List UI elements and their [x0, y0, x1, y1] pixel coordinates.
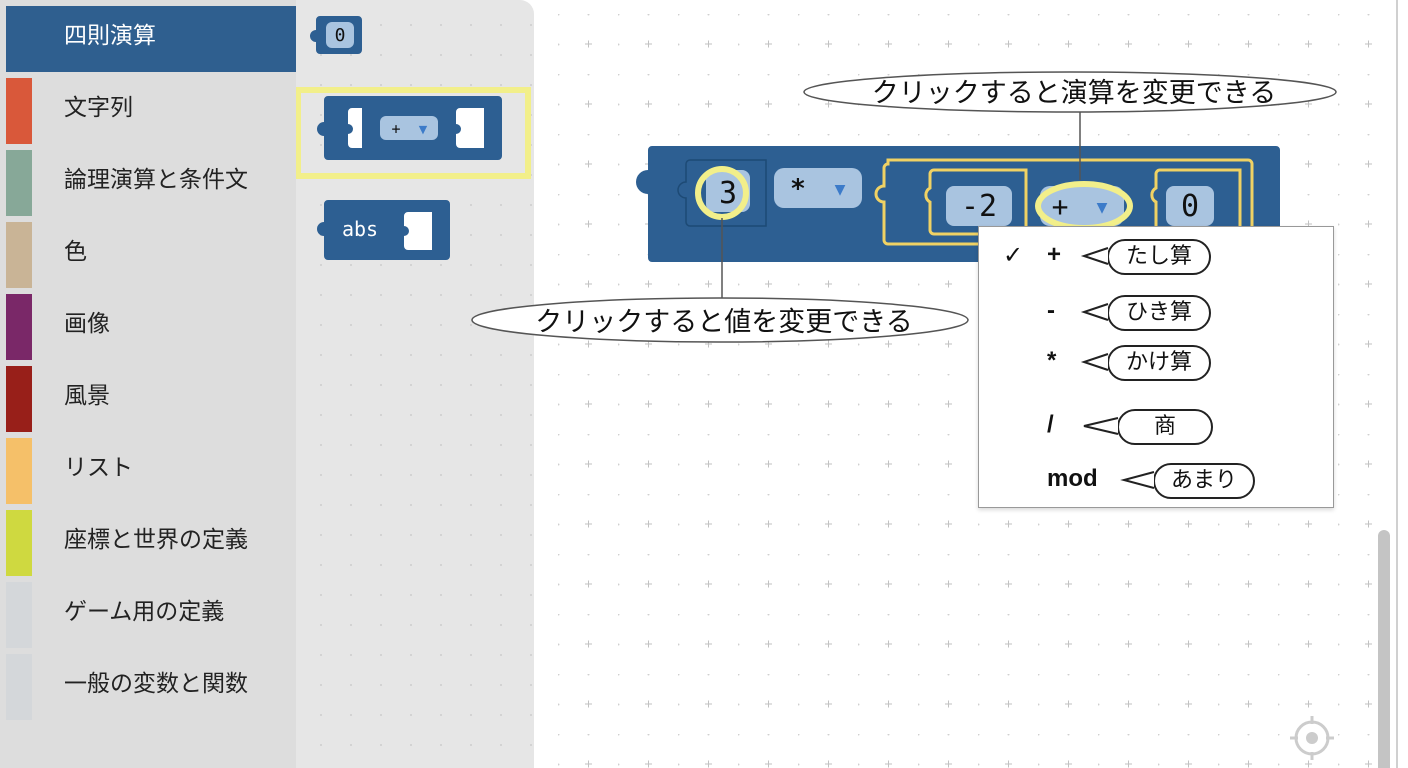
- category-label: ゲーム用の定義: [64, 599, 225, 625]
- category-label: 四則演算: [64, 23, 156, 49]
- category-game[interactable]: ゲーム用の定義: [0, 576, 296, 648]
- category-color-swatch: [6, 366, 32, 432]
- menu-item-label: -: [1047, 297, 1055, 324]
- menu-item-note: 商: [1117, 409, 1213, 445]
- category-color-swatch: [6, 222, 32, 288]
- category-logic[interactable]: 論理演算と条件文: [0, 144, 296, 216]
- category-scene[interactable]: 風景: [0, 360, 296, 432]
- category-label: 文字列: [64, 95, 133, 121]
- menu-item-note: たし算: [1107, 239, 1211, 275]
- menu-item-multiply[interactable]: * かけ算: [979, 335, 1335, 391]
- category-label: 一般の変数と関数: [64, 671, 248, 697]
- triangle-down-icon: ▼: [419, 123, 428, 136]
- category-color[interactable]: 色: [0, 216, 296, 288]
- menu-item-label: mod: [1047, 465, 1098, 492]
- workspace-border: [1396, 0, 1398, 768]
- abs-label: abs: [342, 217, 378, 241]
- category-color-swatch: [6, 582, 32, 648]
- category-label: 論理演算と条件文: [64, 167, 248, 193]
- category-toolbox: 四則演算 文字列 論理演算と条件文 色 画像 風景 リスト 座標と世界の定義 ゲ…: [0, 0, 296, 768]
- number-block[interactable]: 0: [310, 16, 362, 54]
- menu-item-label: +: [1047, 241, 1062, 268]
- category-color-swatch: [6, 510, 32, 576]
- flyout-blocks: 0 + ▼ abs: [296, 16, 531, 260]
- category-string[interactable]: 文字列: [0, 72, 296, 144]
- category-variables[interactable]: 一般の変数と関数: [0, 648, 296, 720]
- menu-item-mod[interactable]: mod あまり: [979, 453, 1335, 509]
- arithmetic-block[interactable]: + ▼: [317, 96, 502, 160]
- operator-dropdown-menu: ✓ + たし算 - ひき算 * かけ算 / 商 mod あまり: [978, 226, 1334, 508]
- abs-block[interactable]: abs: [317, 200, 450, 260]
- category-coordinates[interactable]: 座標と世界の定義: [0, 504, 296, 576]
- menu-item-note: あまり: [1153, 463, 1255, 499]
- category-color-swatch: [6, 438, 32, 504]
- category-arithmetic[interactable]: 四則演算: [0, 0, 296, 72]
- menu-item-divide[interactable]: / 商: [979, 399, 1335, 455]
- category-color-swatch: [6, 294, 32, 360]
- checkmark-icon: ✓: [1003, 241, 1024, 269]
- category-image[interactable]: 画像: [0, 288, 296, 360]
- menu-item-minus[interactable]: - ひき算: [979, 285, 1335, 341]
- number-value: 0: [335, 25, 346, 46]
- category-label: 風景: [64, 383, 110, 409]
- menu-item-plus[interactable]: ✓ + たし算: [979, 229, 1335, 285]
- category-label: リスト: [64, 455, 133, 481]
- category-color-swatch: [6, 78, 32, 144]
- category-color-swatch: [6, 654, 32, 720]
- menu-item-note: ひき算: [1107, 295, 1211, 331]
- operator-dropdown[interactable]: [380, 116, 438, 140]
- category-label: 座標と世界の定義: [64, 527, 248, 553]
- menu-item-note: かけ算: [1107, 345, 1211, 381]
- category-list[interactable]: リスト: [0, 432, 296, 504]
- category-label: 画像: [64, 311, 110, 337]
- operator-label: +: [391, 120, 400, 138]
- category-color-swatch: [6, 150, 32, 216]
- workspace-scrollbar[interactable]: [1378, 530, 1390, 768]
- menu-item-label: /: [1047, 411, 1054, 438]
- menu-item-label: *: [1047, 347, 1057, 374]
- category-label: 色: [64, 239, 87, 265]
